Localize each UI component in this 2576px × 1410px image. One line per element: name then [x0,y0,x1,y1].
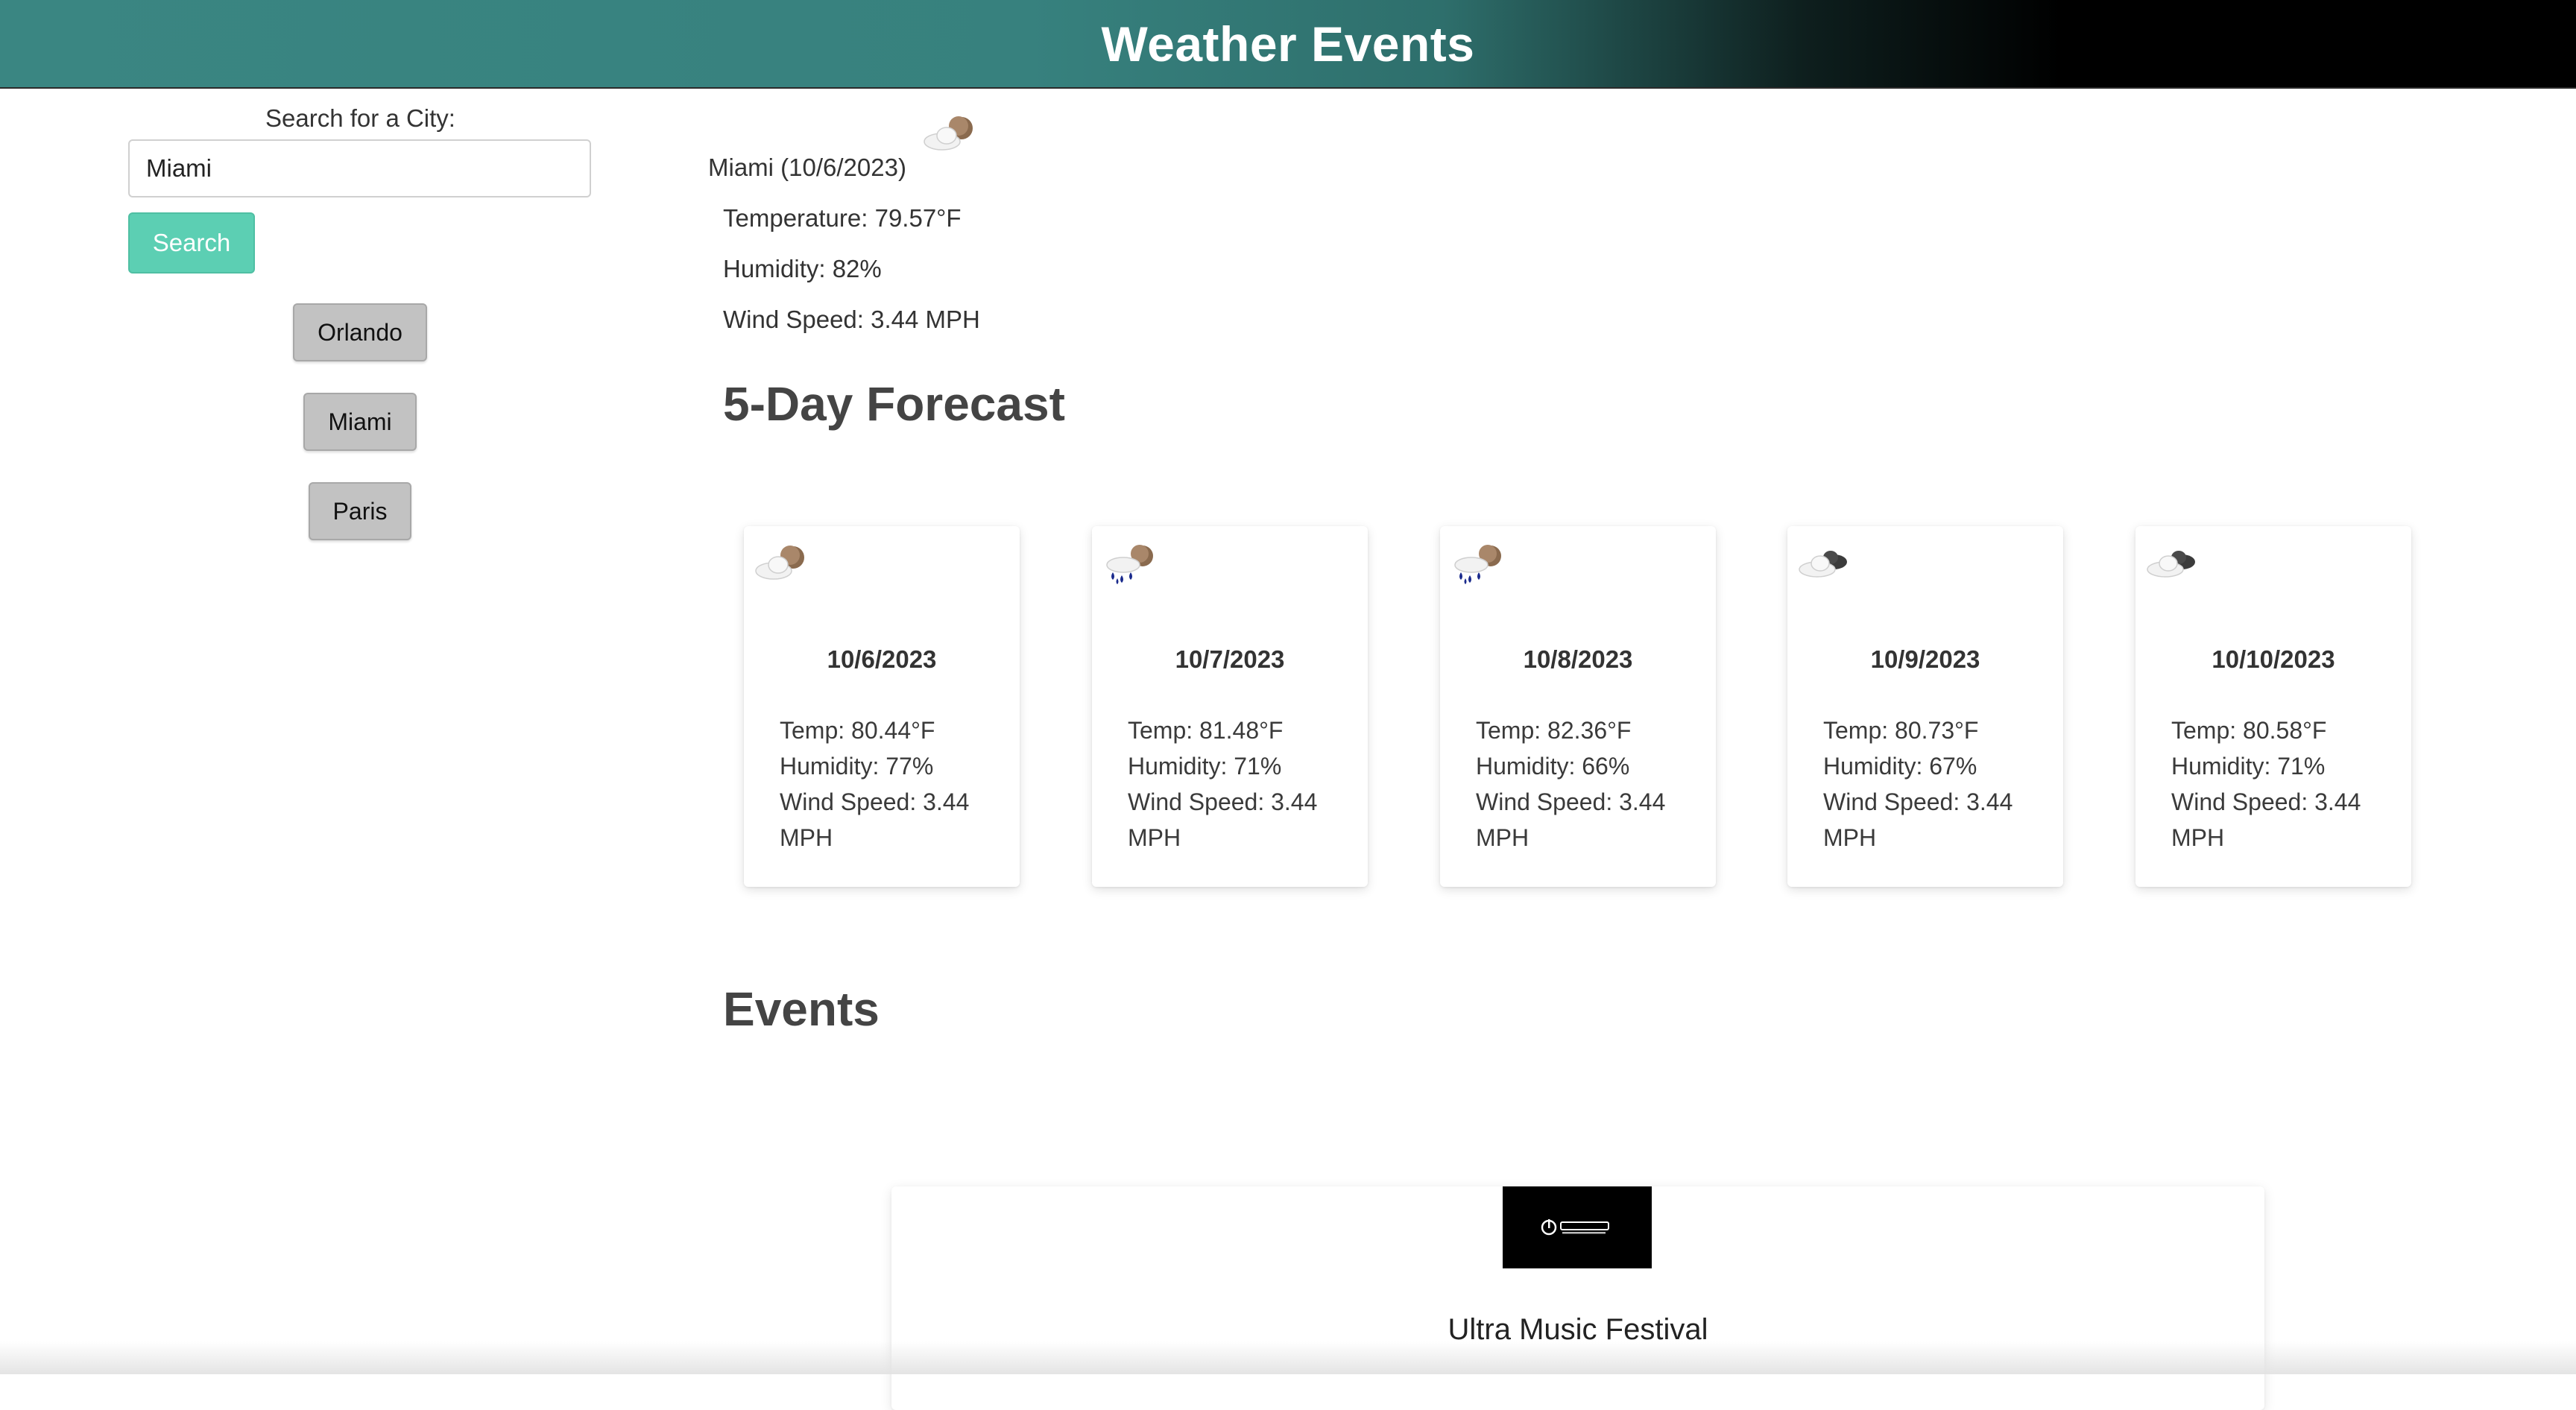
forecast-humidity: Humidity: 66% [1476,753,1630,780]
forecast-temp: Temp: 80.58°F [2171,717,2327,744]
forecast-temp: Temp: 82.36°F [1476,717,1632,744]
event-card[interactable]: Ultra Music Festival [891,1186,2264,1410]
forecast-card: 10/6/2023 Temp: 80.44°F Humidity: 77% Wi… [744,526,1020,887]
rain-night-icon [1448,540,1507,587]
forecast-date: 10/6/2023 [827,645,937,673]
forecast-heading: 5-Day Forecast [723,377,1065,431]
current-humidity: Humidity: 82% [723,255,882,282]
forecast-card: 10/10/2023 Temp: 80.58°F Humidity: 71% W… [2135,526,2411,887]
forecast-date: 10/9/2023 [1870,645,1980,673]
current-temperature: Temperature: 79.57°F [723,204,962,232]
search-input[interactable] [128,139,591,197]
forecast-date: 10/10/2023 [2212,645,2335,673]
forecast-humidity: Humidity: 77% [780,753,934,780]
current-wind-speed: Wind Speed: 3.44 MPH [723,306,980,333]
current-city-title: Miami (10/6/2023) [708,154,906,181]
events-heading: Events [723,982,880,1036]
history-button-orlando[interactable]: Orlando [293,303,427,361]
forecast-date: 10/7/2023 [1175,645,1285,673]
search-label: Search for a City: [265,104,455,132]
ultra-music-festival-logo [1503,1186,1652,1268]
app-header: Weather Events [0,0,2576,89]
forecast-card: 10/8/2023 Temp: 82.36°F Humidity: 66% Wi… [1440,526,1716,887]
forecast-humidity: Humidity: 71% [2171,753,2326,780]
forecast-wind: Wind Speed: 3.44 MPH [1128,788,1318,851]
history-button-paris[interactable]: Paris [309,482,411,540]
page-title: Weather Events [1101,16,1475,72]
partly-cloudy-night-icon [920,112,979,157]
forecast-card: 10/7/2023 Temp: 81.48°F Humidity: 71% Wi… [1092,526,1368,887]
partly-cloudy-night-icon [751,540,811,587]
history-button-miami[interactable]: Miami [303,393,417,451]
forecast-temp: Temp: 80.73°F [1823,717,1979,744]
forecast-humidity: Humidity: 71% [1128,753,1282,780]
forecast-card: 10/9/2023 Temp: 80.73°F Humidity: 67% Wi… [1787,526,2063,887]
forecast-humidity: Humidity: 67% [1823,753,1977,780]
forecast-temp: Temp: 80.44°F [780,717,935,744]
cloudy-icon [1795,540,1854,587]
search-button[interactable]: Search [128,212,255,274]
forecast-temp: Temp: 81.48°F [1128,717,1284,744]
forecast-wind: Wind Speed: 3.44 MPH [780,788,970,851]
cloudy-icon [2143,540,2203,587]
event-title: Ultra Music Festival [1448,1313,1708,1346]
forecast-wind: Wind Speed: 3.44 MPH [1476,788,1666,851]
forecast-date: 10/8/2023 [1523,645,1633,673]
rain-night-icon [1099,540,1159,587]
forecast-wind: Wind Speed: 3.44 MPH [2171,788,2361,851]
forecast-wind: Wind Speed: 3.44 MPH [1823,788,2013,851]
